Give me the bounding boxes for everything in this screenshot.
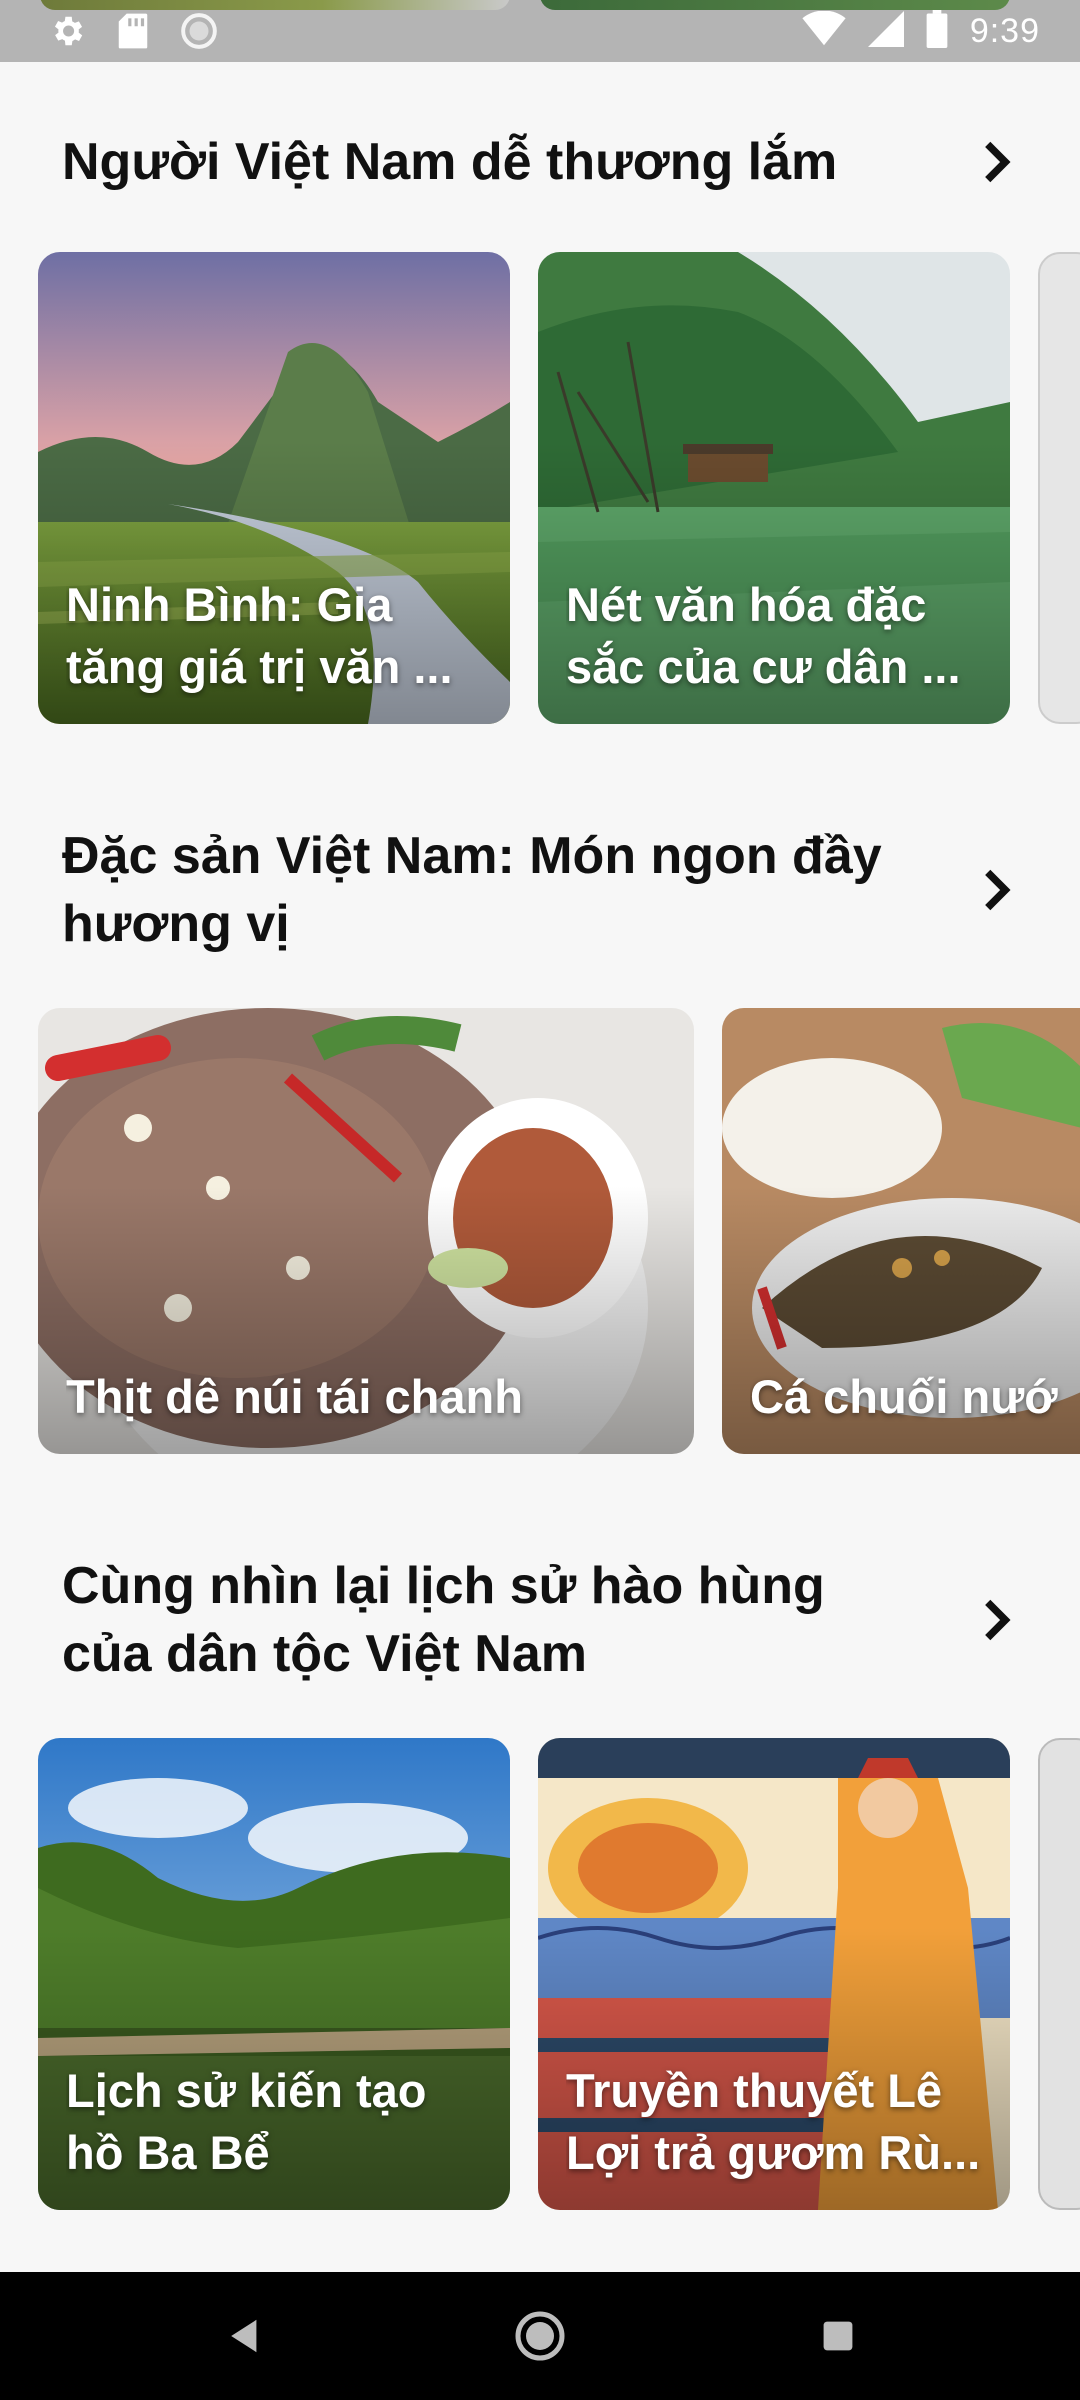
card-row-2[interactable]: Thịt dê núi tái chanh Cá chuối nướ	[38, 1008, 1080, 1482]
card-title: Truyền thuyết Lê Lợi trả gươm Rù...	[566, 2064, 981, 2179]
section-header-3[interactable]: Cùng nhìn lại lịch sử hào hùng của dân t…	[0, 1552, 1080, 1688]
section-header-2[interactable]: Đặc sản Việt Nam: Món ngon đầy hương vị	[0, 822, 1080, 958]
card-title: Nét văn hóa đặc sắc của cư dân ...	[566, 578, 961, 693]
card-row-1[interactable]: Ninh Bình: Gia tăng giá trị văn ... Nét …	[38, 252, 1080, 726]
chevron-right-icon[interactable]	[974, 1596, 1022, 1644]
card-title: Cá chuối nướ	[750, 1370, 1058, 1423]
battery-icon	[926, 10, 948, 53]
card-title: Ninh Bình: Gia tăng giá trị văn ...	[66, 578, 453, 693]
chevron-right-icon[interactable]	[974, 866, 1022, 914]
article-card-ninh-binh[interactable]: Ninh Bình: Gia tăng giá trị văn ...	[38, 252, 510, 724]
section-title: Đặc sản Việt Nam: Món ngon đầy hương vị	[62, 827, 882, 953]
card-title: Thịt dê núi tái chanh	[66, 1370, 523, 1423]
article-card-peek[interactable]	[1038, 1738, 1080, 2210]
section-title: Cùng nhìn lại lịch sử hào hùng của dân t…	[62, 1557, 825, 1683]
main-content: Người Việt Nam dễ thương lắm Ninh Bình: …	[0, 62, 1080, 2272]
gear-icon	[48, 12, 86, 55]
status-bar: 9:39	[0, 0, 1080, 62]
chevron-right-icon[interactable]	[974, 138, 1022, 186]
navigation-bar	[0, 2272, 1080, 2400]
recents-icon[interactable]	[808, 2306, 868, 2366]
previous-card-peek-right	[540, 0, 1010, 10]
section-header-1[interactable]: Người Việt Nam dễ thương lắm	[0, 122, 1080, 202]
sd-card-icon	[116, 12, 150, 55]
home-icon[interactable]	[510, 2306, 570, 2366]
article-card-ba-be[interactable]: Lịch sử kiến tạo hồ Ba Bể	[38, 1738, 510, 2210]
status-time: 9:39	[969, 12, 1040, 50]
card-row-3[interactable]: Lịch sử kiến tạo hồ Ba Bể Truyền thuyết …	[38, 1738, 1080, 2212]
previous-card-peek-left	[40, 0, 510, 10]
section-title: Người Việt Nam dễ thương lắm	[62, 133, 838, 191]
article-card-goat[interactable]: Thịt dê núi tái chanh	[38, 1008, 694, 1454]
article-card-le-loi[interactable]: Truyền thuyết Lê Lợi trả gươm Rù...	[538, 1738, 1010, 2210]
back-icon[interactable]	[212, 2306, 272, 2366]
article-card-fish[interactable]: Cá chuối nướ	[722, 1008, 1080, 1454]
circle-icon	[180, 12, 218, 55]
article-card-culture[interactable]: Nét văn hóa đặc sắc của cư dân ...	[538, 252, 1010, 724]
article-card-peek[interactable]	[1038, 252, 1080, 724]
card-title: Lịch sử kiến tạo hồ Ba Bể	[66, 2064, 427, 2179]
wifi-icon	[802, 10, 846, 52]
signal-icon	[867, 11, 904, 52]
